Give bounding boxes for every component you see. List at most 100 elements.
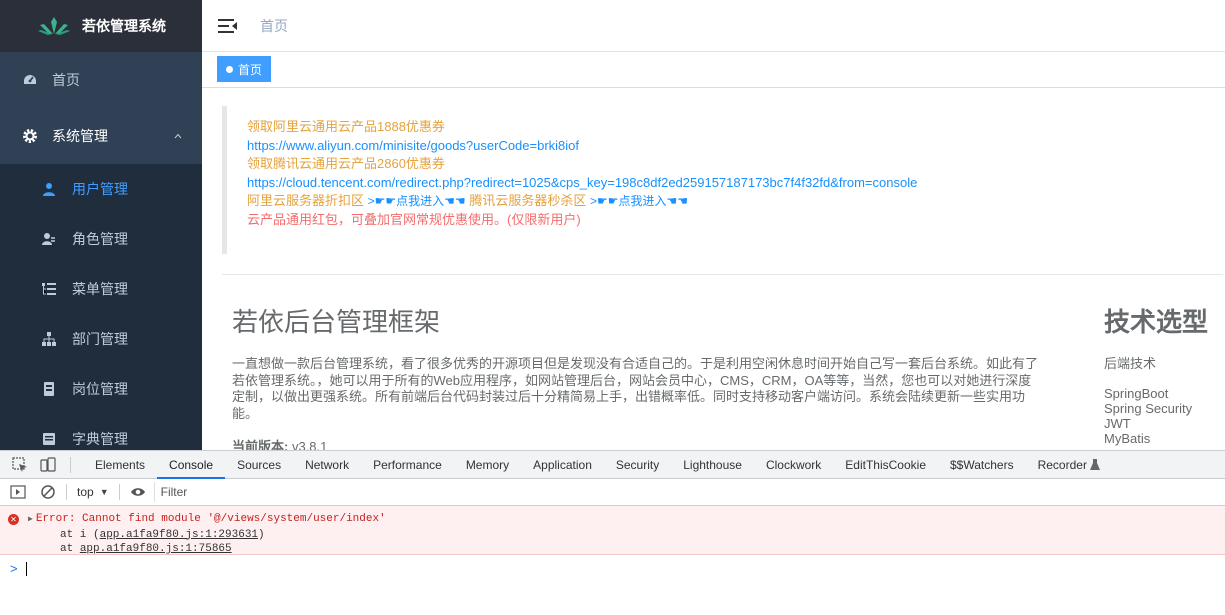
devtools-tab-watchers[interactable]: $$Watchers xyxy=(938,451,1026,479)
sidebar-item-label: 角色管理 xyxy=(72,231,128,247)
device-toolbar-icon[interactable] xyxy=(40,456,56,473)
tech-item: SpringBoot xyxy=(1104,386,1169,401)
tencent-enter-link[interactable]: >☛☛点我进入☚☚ xyxy=(590,194,688,208)
sidebar-item-label: 字典管理 xyxy=(72,431,128,447)
filter-placeholder: Filter xyxy=(160,485,188,499)
stack-link[interactable]: app.a1fa9f80.js:1:75865 xyxy=(80,543,232,555)
devtools-panel: Elements Console Sources Network Perform… xyxy=(0,450,1225,615)
sidebar-item-system[interactable]: 系统管理 xyxy=(0,108,202,164)
devtools-tab-lighthouse[interactable]: Lighthouse xyxy=(671,451,754,479)
tag-home[interactable]: 首页 xyxy=(217,56,272,82)
sidebar-item-label: 系统管理 xyxy=(52,128,108,144)
tencent-coupon-link[interactable]: 领取腾讯云通用云产品2860优惠券 xyxy=(247,155,1223,174)
role-icon xyxy=(42,233,55,245)
stack-frame: at app.a1fa9f80.js:1:75865 xyxy=(60,542,1225,557)
logo-bar[interactable]: 若依管理系统 xyxy=(0,0,202,52)
divider xyxy=(222,274,1223,275)
sidebar-item-departments[interactable]: 部门管理 xyxy=(0,314,202,364)
app-title: 若依管理系统 xyxy=(82,18,166,34)
breadcrumb: 首页 xyxy=(260,17,288,34)
sidebar-item-label: 用户管理 xyxy=(72,181,128,197)
version-value: v3.8.1 xyxy=(291,439,328,450)
tag-label: 首页 xyxy=(238,62,263,77)
console-prompt[interactable]: > xyxy=(0,555,1225,576)
logo-icon xyxy=(38,17,70,35)
devtools-tab-application[interactable]: Application xyxy=(521,451,604,479)
devtools-tab-memory[interactable]: Memory xyxy=(454,451,521,479)
sidebar-item-label: 部门管理 xyxy=(72,331,128,347)
aliyun-server-link[interactable]: 阿里云服务器折扣区 xyxy=(247,193,364,208)
user-icon xyxy=(43,183,55,196)
error-text: Error: Cannot find module '@/views/syste… xyxy=(35,513,386,525)
sidebar-item-dict[interactable]: 字典管理 xyxy=(0,414,202,450)
tech-title: 技术选型 xyxy=(1104,307,1209,337)
tags-view: 首页 xyxy=(202,52,1225,88)
devtools-tab-performance[interactable]: Performance xyxy=(361,451,454,479)
gear-icon xyxy=(23,129,37,143)
sidebar-item-label: 首页 xyxy=(52,72,80,88)
dashboard-icon xyxy=(24,75,36,84)
dict-icon xyxy=(43,433,55,445)
devtools-tab-elements[interactable]: Elements xyxy=(83,451,157,479)
tech-item: Spring Security xyxy=(1104,401,1193,416)
devtools-tab-sources[interactable]: Sources xyxy=(225,451,293,479)
red-packet-text: 云产品通用红包，可叠加官网常规优惠使用。(仅限新用户) xyxy=(247,211,581,227)
devtools-tab-recorder[interactable]: Recorder xyxy=(1026,451,1113,479)
toolbar-separator xyxy=(118,484,120,500)
navbar: 首页 xyxy=(202,0,1225,52)
devtools-tab-editthiscookie[interactable]: EditThisCookie xyxy=(833,451,938,479)
aliyun-enter-link[interactable]: >☛☛点我进入☚☚ xyxy=(368,194,466,208)
tree-table-icon xyxy=(42,283,56,295)
console-toolbar: top ▼ Filter xyxy=(0,479,1225,506)
app-root: 若依管理系统 首页 系统管理 用户管理 角色管理 菜单管理 部门管理 岗位管理 … xyxy=(0,0,1225,615)
devtools-tab-security[interactable]: Security xyxy=(604,451,671,479)
eye-icon[interactable] xyxy=(130,484,146,500)
context-selector[interactable]: top ▼ xyxy=(77,485,109,499)
devtools-tab-network[interactable]: Network xyxy=(293,451,361,479)
intro-title: 若依后台管理框架 xyxy=(232,307,441,337)
devtools-tab-clockwork[interactable]: Clockwork xyxy=(754,451,833,479)
expand-triangle-icon[interactable]: ▶ xyxy=(28,515,33,524)
stack-prefix: at i ( xyxy=(60,528,100,541)
backend-label: 后端技术 xyxy=(1104,356,1157,371)
aliyun-url[interactable]: https://www.aliyun.com/minisite/goods?us… xyxy=(247,137,1223,156)
clear-console-icon[interactable] xyxy=(40,484,56,500)
org-tree-icon xyxy=(42,332,56,346)
server-deals-row: 阿里云服务器折扣区 >☛☛点我进入☚☚ 腾讯云服务器秒杀区 >☛☛点我进入☚☚ xyxy=(247,192,1223,211)
version-label: 当前版本: xyxy=(232,439,289,450)
tab-label: Recorder xyxy=(1037,457,1087,472)
inspect-element-icon[interactable] xyxy=(12,456,28,473)
text-caret xyxy=(25,561,27,576)
sidebar-item-posts[interactable]: 岗位管理 xyxy=(0,364,202,414)
aliyun-coupon-link[interactable]: 领取阿里云通用云产品1888优惠券 xyxy=(247,118,1223,137)
sidebar-item-label: 岗位管理 xyxy=(72,381,128,397)
devtools-tabbar: Elements Console Sources Network Perform… xyxy=(0,451,1225,479)
devtools-tab-console[interactable]: Console xyxy=(157,451,226,479)
flask-icon xyxy=(1090,459,1101,471)
main-content: 领取阿里云通用云产品1888优惠券 https://www.aliyun.com… xyxy=(202,88,1225,450)
promo-notice: 领取阿里云通用云产品1888优惠券 https://www.aliyun.com… xyxy=(222,106,1223,254)
tencent-server-link[interactable]: 腾讯云服务器秒杀区 xyxy=(469,193,586,208)
sidebar-item-home[interactable]: 首页 xyxy=(0,52,202,108)
context-label: top xyxy=(77,485,94,499)
console-error-message: ✕ ▶ Error: Cannot find module '@/views/sy… xyxy=(0,506,1225,555)
hamburger-icon[interactable] xyxy=(218,18,238,34)
sidebar-item-users[interactable]: 用户管理 xyxy=(0,164,202,214)
stack-frame: at i (app.a1fa9f80.js:1:293631) xyxy=(60,528,1225,543)
toolbar-separator xyxy=(70,456,71,473)
stack-prefix: at xyxy=(60,543,80,555)
sidebar-item-roles[interactable]: 角色管理 xyxy=(0,214,202,264)
filter-input[interactable]: Filter xyxy=(153,482,1214,502)
prompt-chevron-icon: > xyxy=(10,561,18,576)
error-line[interactable]: ▶ Error: Cannot find module '@/views/syst… xyxy=(28,512,1225,528)
chevron-up-icon xyxy=(174,133,182,139)
sidebar-item-menus[interactable]: 菜单管理 xyxy=(0,264,202,314)
stack-link[interactable]: app.a1fa9f80.js:1:293631 xyxy=(100,529,258,541)
sidebar-item-label: 菜单管理 xyxy=(72,281,128,297)
tech-item: MyBatis xyxy=(1104,431,1151,446)
sidebar-toggle-icon[interactable] xyxy=(10,484,26,500)
post-icon xyxy=(44,382,54,396)
system-submenu: 用户管理 角色管理 菜单管理 部门管理 岗位管理 字典管理 xyxy=(0,164,202,450)
tencent-url[interactable]: https://cloud.tencent.com/redirect.php?r… xyxy=(247,174,1223,193)
toolbar-separator xyxy=(66,484,67,500)
